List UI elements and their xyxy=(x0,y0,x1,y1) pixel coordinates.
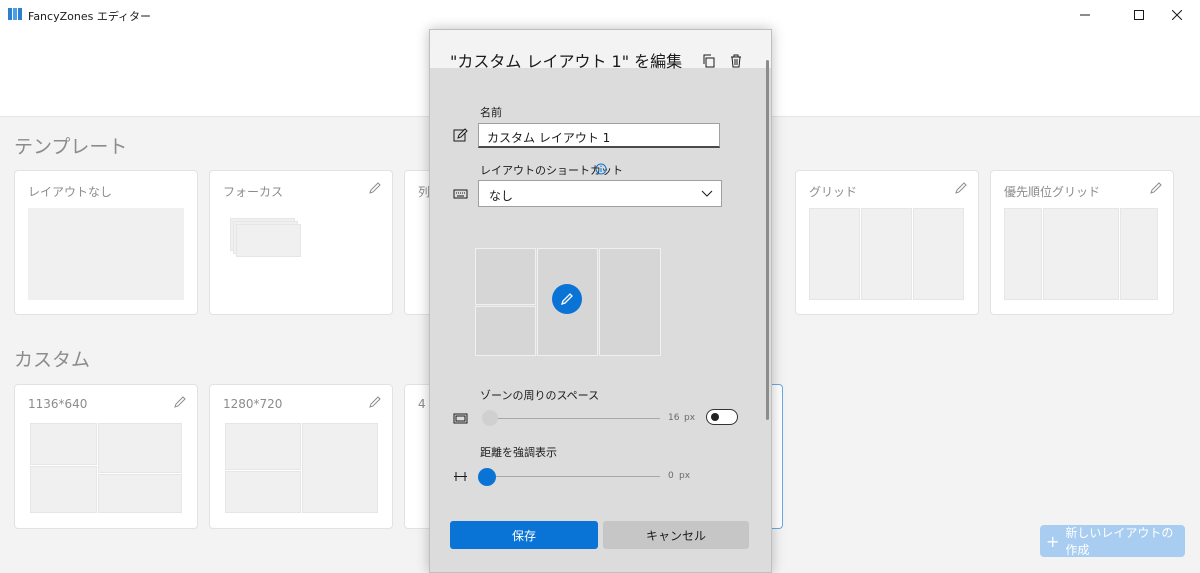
pencil-icon xyxy=(560,293,573,306)
duplicate-icon[interactable] xyxy=(702,54,716,68)
edit-icon[interactable] xyxy=(173,395,187,409)
layout-zone xyxy=(236,224,301,257)
template-card-focus[interactable]: フォーカス xyxy=(209,170,393,315)
spacing-label: ゾーンの周りのスペース xyxy=(480,389,600,402)
preview-zone[interactable] xyxy=(599,248,661,356)
rename-icon xyxy=(453,128,468,142)
plus-icon: + xyxy=(1045,531,1060,551)
layout-zone xyxy=(302,423,378,513)
layout-zone xyxy=(913,208,964,300)
highlight-value: 0 xyxy=(668,471,674,481)
layout-zone xyxy=(30,423,97,465)
preview-zone[interactable] xyxy=(475,248,536,305)
minimize-button[interactable] xyxy=(1062,0,1108,30)
card-name: グリッド xyxy=(809,185,858,199)
layout-preview xyxy=(28,208,184,300)
preview-zone[interactable] xyxy=(475,306,536,356)
layout-zone xyxy=(1120,208,1158,300)
layout-zone xyxy=(30,466,97,513)
spacing-slider-thumb[interactable] xyxy=(482,410,498,426)
close-button[interactable] xyxy=(1154,0,1200,30)
spacing-toggle[interactable] xyxy=(706,409,738,425)
minimize-icon xyxy=(1080,14,1090,16)
edit-layout-dialog: "カスタム レイアウト 1" を編集 名前 カスタム レイアウト 1 レイアウト… xyxy=(429,29,772,573)
card-name: 優先順位グリッド xyxy=(1004,185,1101,199)
delete-icon[interactable] xyxy=(729,54,743,68)
highlight-distance-label: 距離を強調表示 xyxy=(480,446,557,459)
edit-icon[interactable] xyxy=(954,181,968,195)
templates-heading: テンプレート xyxy=(14,136,128,158)
highlight-slider-track[interactable] xyxy=(488,476,660,477)
spacing-unit: px xyxy=(684,413,696,423)
highlight-unit: px xyxy=(679,471,691,481)
window-title: FancyZones エディター xyxy=(28,10,152,23)
card-name: 1136*640 xyxy=(28,397,88,411)
custom-heading: カスタム xyxy=(14,349,91,371)
distance-icon xyxy=(454,472,467,481)
spacing-slider-track[interactable] xyxy=(488,418,660,419)
edit-zones-button[interactable] xyxy=(552,284,582,314)
shortcut-dropdown[interactable]: なし xyxy=(478,180,722,207)
layout-zone xyxy=(225,471,301,513)
name-label: 名前 xyxy=(480,106,502,119)
save-button[interactable]: 保存 xyxy=(450,521,598,549)
edit-icon[interactable] xyxy=(1149,181,1163,195)
title-bar: FancyZones エディター xyxy=(0,0,1200,30)
new-layout-button[interactable]: + 新しいレイアウトの作成 xyxy=(1040,525,1185,557)
new-layout-label: 新しいレイアウトの作成 xyxy=(1065,526,1174,557)
spacing-value: 16 xyxy=(668,413,680,423)
info-icon[interactable] xyxy=(595,163,607,175)
layout-zone xyxy=(98,423,182,473)
layout-zone xyxy=(1004,208,1042,300)
dialog-scrollbar[interactable] xyxy=(766,60,769,420)
template-card-blank[interactable]: レイアウトなし xyxy=(14,170,198,315)
edit-icon[interactable] xyxy=(368,395,382,409)
card-name: レイアウトなし xyxy=(28,185,113,199)
keyboard-icon xyxy=(453,189,468,199)
fancyzones-app-icon xyxy=(8,8,22,20)
card-name: 1280*720 xyxy=(223,397,283,411)
shortcut-value: なし xyxy=(489,189,514,203)
toggle-knob xyxy=(711,413,719,421)
layout-zone xyxy=(809,208,860,300)
custom-card-1136x640[interactable]: 1136*640 xyxy=(14,384,198,529)
edit-icon[interactable] xyxy=(368,181,382,195)
close-icon xyxy=(1172,10,1182,20)
card-name: 4 xyxy=(418,397,426,411)
dialog-title: "カスタム レイアウト 1" を編集 xyxy=(450,52,683,71)
layout-name-input[interactable]: カスタム レイアウト 1 xyxy=(478,123,720,148)
spacing-icon xyxy=(453,413,468,424)
custom-card-1280x720[interactable]: 1280*720 xyxy=(209,384,393,529)
template-card-grid[interactable]: グリッド xyxy=(795,170,979,315)
cancel-button[interactable]: キャンセル xyxy=(603,521,749,549)
highlight-slider-thumb[interactable] xyxy=(478,468,496,486)
maximize-icon xyxy=(1134,10,1144,20)
layout-zone xyxy=(225,423,301,470)
layout-zone xyxy=(98,474,182,513)
layout-zone xyxy=(1043,208,1119,300)
layout-zone xyxy=(861,208,912,300)
chevron-down-icon xyxy=(701,190,713,197)
template-card-priority-grid[interactable]: 優先順位グリッド xyxy=(990,170,1174,315)
card-name: フォーカス xyxy=(223,185,284,199)
